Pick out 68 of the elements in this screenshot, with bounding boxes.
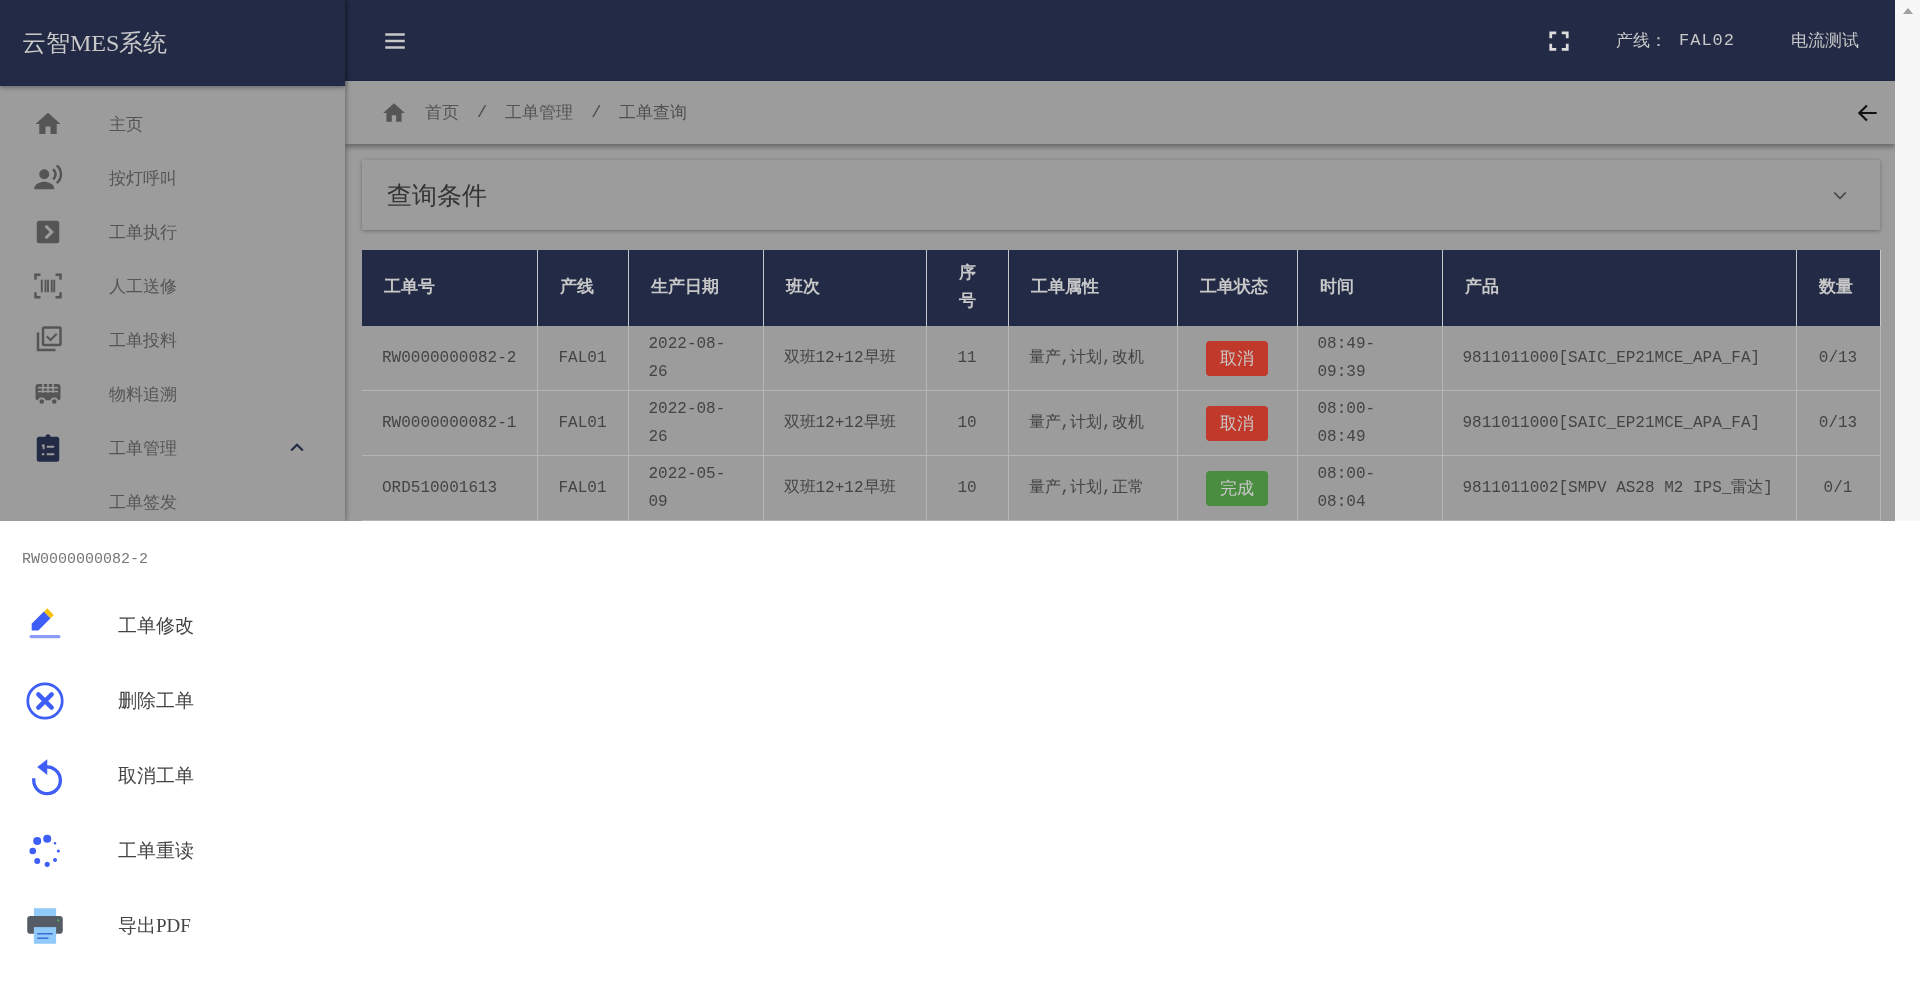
table-cell: 9811011002[SMPV AS28 M2 IPS_雷达]: [1442, 455, 1796, 521]
table-cell: 0/1: [1796, 455, 1880, 521]
table-cell: 2022-08-26: [628, 326, 763, 391]
table-cell: RW0000000082-1: [362, 390, 537, 456]
table-cell: FAL01: [537, 455, 628, 521]
table-cell: 10: [926, 455, 1008, 521]
table-cell: 双班12+12早班: [763, 390, 926, 456]
table-cell: 11: [926, 326, 1008, 391]
table-cell: 08:00-08:04: [1297, 455, 1442, 521]
column-header: 班次: [763, 250, 926, 326]
table-cell: RW0000000082-2: [362, 326, 537, 391]
breadcrumb-link[interactable]: 工单管理: [505, 101, 574, 125]
table-cell: 9811011000[SAIC_EP21MCE_APA_FA]: [1442, 390, 1796, 456]
table-cell: 2022-08-26: [628, 390, 763, 456]
barcode-icon: [33, 271, 63, 301]
table-cell: ORD510001613: [362, 455, 537, 521]
status-badge[interactable]: 完成: [1206, 470, 1268, 506]
table-cell: 量产,计划,改机: [1008, 326, 1177, 391]
table-cell: 0/13: [1796, 390, 1880, 456]
column-header: 工单属性: [1008, 250, 1177, 326]
printer-icon: [25, 905, 65, 946]
fullscreen-icon[interactable]: [1548, 29, 1570, 52]
sidebar-subitem[interactable]: 工单签发: [0, 475, 345, 521]
table-cell: 08:00-08:49: [1297, 390, 1442, 456]
action-item[interactable]: 导出PDF: [22, 888, 1898, 963]
column-header: 数量: [1796, 250, 1880, 326]
sheet-title: RW0000000082-2: [22, 551, 150, 568]
column-header: 生产日期: [628, 250, 763, 326]
column-header: 产线: [537, 250, 628, 326]
breadcrumb-current: 工单查询: [619, 103, 688, 125]
breadcrumb-separator: /: [477, 103, 488, 123]
sidebar-item[interactable]: 按灯呼叫: [0, 151, 345, 205]
line-label: 产线：: [1616, 31, 1667, 53]
table-cell: 双班12+12早班: [763, 455, 926, 521]
status-badge[interactable]: 取消: [1206, 340, 1268, 376]
table-cell: 量产,计划,正常: [1008, 455, 1177, 521]
table-cell: FAL01: [537, 390, 628, 456]
action-item[interactable]: 取消工单: [22, 738, 1898, 813]
action-item[interactable]: 工单重读: [22, 813, 1898, 888]
app-title: 云智MES系统: [0, 0, 345, 86]
column-header: 序号: [926, 250, 1008, 326]
table-cell: 量产,计划,改机: [1008, 390, 1177, 456]
line-value: FAL02: [1679, 31, 1735, 51]
sidebar-item[interactable]: 人工送修: [0, 259, 345, 313]
user-name[interactable]: 电流测试: [1791, 29, 1859, 53]
table-cell: FAL01: [537, 326, 628, 391]
sidebar-item[interactable]: 物料追溯: [0, 367, 345, 421]
column-header: 产品: [1442, 250, 1796, 326]
table-cell: 双班12+12早班: [763, 326, 926, 391]
sidebar-item[interactable]: 工单执行: [0, 205, 345, 259]
breadcrumb-separator: /: [591, 103, 602, 123]
sidebar-item[interactable]: 主页: [0, 97, 345, 151]
column-header: 时间: [1297, 250, 1442, 326]
sidebar-item[interactable]: 工单投料: [0, 313, 345, 367]
table-cell: 0/13: [1796, 326, 1880, 391]
circle-x-icon: [25, 680, 65, 721]
column-header: 工单号: [362, 250, 537, 326]
column-header: 工单状态: [1177, 250, 1297, 326]
sidebar-item[interactable]: 工单管理: [0, 421, 345, 475]
breadcrumb-link[interactable]: 首页: [425, 101, 459, 125]
action-item[interactable]: 工单修改: [22, 588, 1898, 663]
query-panel[interactable]: 查询条件: [362, 160, 1880, 230]
action-item[interactable]: 删除工单: [22, 663, 1898, 738]
table-cell: 9811011000[SAIC_EP21MCE_APA_FA]: [1442, 326, 1796, 391]
table-cell: 08:49-09:39: [1297, 326, 1442, 391]
status-badge[interactable]: 取消: [1206, 405, 1268, 441]
table-cell: 2022-05-09: [628, 455, 763, 521]
table-cell: 10: [926, 390, 1008, 456]
